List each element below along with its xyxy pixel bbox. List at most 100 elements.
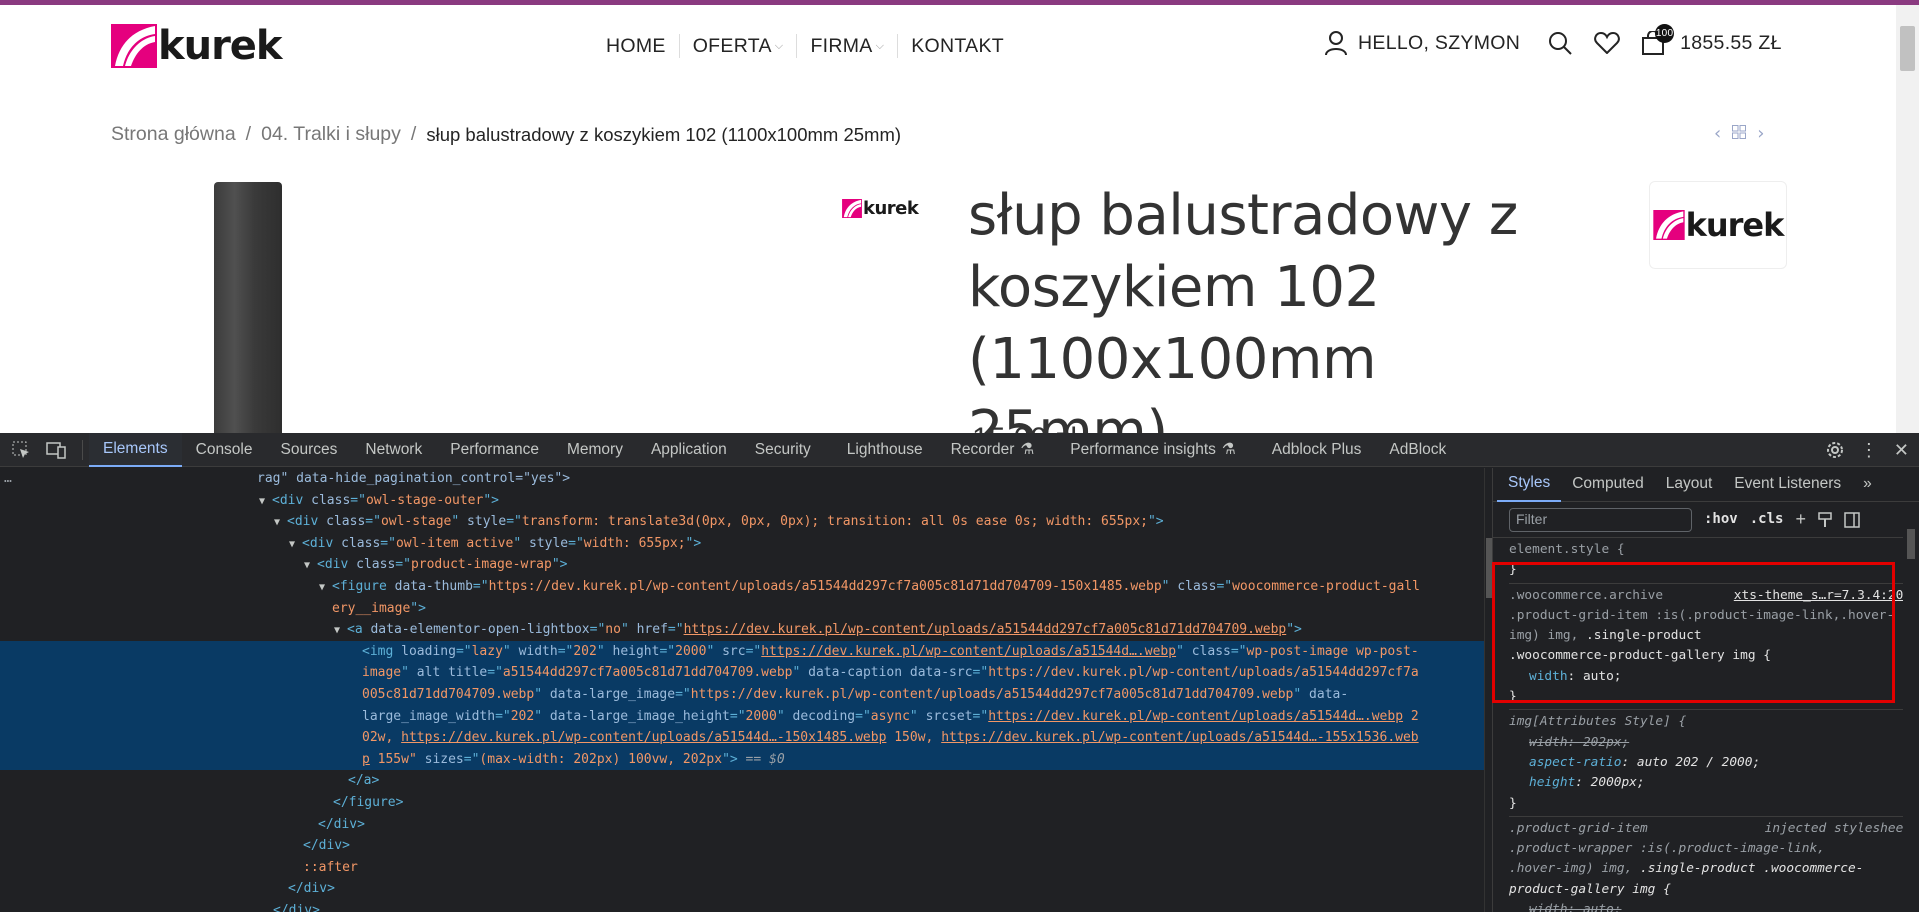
- dom-line[interactable]: 005c81d71dd704709.webp" data-large_image…: [0, 684, 1484, 706]
- product-image[interactable]: [214, 182, 282, 433]
- expand-triangle-icon[interactable]: ▼: [304, 555, 317, 577]
- account-link[interactable]: HELLO, SZYMON: [1324, 30, 1520, 56]
- dom-line[interactable]: ▼ <div class="product-image-wrap">: [0, 554, 1484, 576]
- dom-line[interactable]: image" alt title="a51544dd297cf7a005c81d…: [0, 662, 1484, 684]
- css-property[interactable]: width: [1529, 669, 1568, 684]
- dom-line[interactable]: rag" data-hide_pagination_control="yes">: [0, 468, 1484, 490]
- tab-performance[interactable]: Performance: [436, 433, 553, 467]
- rule-woocommerce-gallery[interactable]: xts-theme_s…r=7.3.4:205 .woocommerce.arc…: [1509, 584, 1911, 711]
- attr-value: lazy: [471, 643, 503, 659]
- elements-tree[interactable]: rag" data-hide_pagination_control="yes">…: [0, 468, 1484, 912]
- rule-attributes-style[interactable]: img[Attributes Style] { width: 202px; as…: [1509, 710, 1911, 817]
- sidebar-toggle-icon[interactable]: [1844, 511, 1860, 528]
- dom-line[interactable]: ▼ <a data-elementor-open-lightbox="no" hr…: [0, 619, 1484, 641]
- expand-triangle-icon[interactable]: ▼: [259, 491, 272, 513]
- tab-computed[interactable]: Computed: [1561, 468, 1655, 502]
- expand-triangle-icon[interactable]: ▼: [274, 512, 287, 534]
- next-product-icon[interactable]: ›: [1757, 123, 1764, 144]
- more-dots-icon[interactable]: …: [4, 468, 12, 490]
- dom-line[interactable]: </figure>: [0, 792, 1484, 814]
- page-scrollbar-thumb[interactable]: [1900, 26, 1915, 71]
- styles-filter-input[interactable]: Filter: [1509, 507, 1692, 532]
- tab-memory[interactable]: Memory: [553, 433, 637, 467]
- brand-logo-box[interactable]: kurek: [1649, 181, 1787, 269]
- hov-toggle[interactable]: :hov: [1704, 509, 1738, 529]
- selected-dom-node[interactable]: … <img loading="lazy" width="202" height…: [0, 471, 1484, 771]
- attr-value: image: [362, 665, 402, 681]
- css-value[interactable]: auto;: [1583, 669, 1622, 684]
- dom-line[interactable]: ▼ <div class="owl-stage-outer">: [0, 490, 1484, 512]
- breadcrumb-category[interactable]: 04. Tralki i słupy: [261, 123, 401, 146]
- dom-line[interactable]: ▼ <div class="owl-stage" style="transform…: [0, 511, 1484, 533]
- nav-firma[interactable]: FIRMA ⌵: [796, 34, 897, 58]
- attr-link[interactable]: https://dev.kurek.pl/wp-content/uploads/…: [761, 644, 1176, 659]
- cart-button[interactable]: 100 1855.55 ZŁ: [1642, 24, 1782, 55]
- closing-tag: </a>: [348, 773, 380, 789]
- wishlist-button[interactable]: [1594, 32, 1620, 54]
- gear-icon[interactable]: [1826, 441, 1844, 459]
- tab-sources[interactable]: Sources: [267, 433, 352, 467]
- product-brand-logo-small: kurek: [842, 198, 919, 219]
- dom-line[interactable]: ▼ <div class="owl-item active" style="wid…: [0, 533, 1484, 555]
- css-rules: element.style { } xts-theme_s…r=7.3.4:20…: [1493, 538, 1919, 912]
- tab-elements[interactable]: Elements: [89, 432, 182, 467]
- tab-security[interactable]: Security: [741, 433, 825, 467]
- more-tabs-icon[interactable]: »: [1852, 468, 1883, 502]
- expand-triangle-icon[interactable]: ▼: [319, 577, 332, 599]
- tab-application[interactable]: Application: [637, 433, 741, 467]
- dom-line[interactable]: </a>: [0, 770, 1484, 792]
- dom-line[interactable]: </div>: [0, 900, 1484, 912]
- search-button[interactable]: [1548, 31, 1572, 55]
- tab-recorder[interactable]: Recorder ⚗: [937, 433, 1049, 467]
- dom-line[interactable]: 02w, https://dev.kurek.pl/wp-content/upl…: [0, 727, 1484, 749]
- tab-styles[interactable]: Styles: [1497, 468, 1562, 502]
- dom-line[interactable]: ery__image">: [0, 598, 1484, 620]
- elements-scrollbar[interactable]: [1484, 468, 1492, 912]
- rule-product-grid-item[interactable]: injected stylesheet .product-grid-item .…: [1509, 817, 1911, 912]
- closing-tag: </div>: [288, 881, 335, 897]
- dom-line[interactable]: </div>: [0, 835, 1484, 857]
- tab-network[interactable]: Network: [351, 433, 436, 467]
- stylesheet-source-link[interactable]: xts-theme_s…r=7.3.4:205: [1727, 585, 1911, 606]
- tab-lighthouse[interactable]: Lighthouse: [833, 433, 937, 467]
- tab-performance-insights[interactable]: Performance insights ⚗: [1056, 433, 1250, 467]
- attr-link[interactable]: https://dev.kurek.pl/wp-content/uploads/…: [941, 730, 1418, 745]
- dom-line[interactable]: p 155w" sizes="(max-width: 202px) 100vw,…: [0, 749, 1484, 771]
- close-icon[interactable]: ✕: [1894, 440, 1909, 461]
- device-toolbar-icon[interactable]: [46, 441, 66, 459]
- expand-triangle-icon[interactable]: ▼: [289, 534, 302, 556]
- dom-line[interactable]: </div>: [0, 814, 1484, 836]
- tab-console[interactable]: Console: [182, 433, 267, 467]
- tab-event-listeners[interactable]: Event Listeners: [1723, 468, 1852, 502]
- site-logo[interactable]: kurek: [111, 24, 283, 68]
- attr-link[interactable]: https://dev.kurek.pl/wp-content/uploads/…: [401, 730, 886, 745]
- grid-icon[interactable]: [1732, 123, 1747, 144]
- attr-link[interactable]: p: [362, 752, 370, 767]
- nav-home[interactable]: HOME: [593, 34, 679, 58]
- plus-icon[interactable]: +: [1795, 509, 1806, 529]
- styles-scrollbar[interactable]: [1903, 503, 1919, 877]
- dom-line[interactable]: ▼ <figure data-thumb="https://dev.kurek.p…: [0, 576, 1484, 598]
- dom-line[interactable]: <img loading="lazy" width="202" height="…: [0, 641, 1484, 663]
- dom-line[interactable]: </div>: [0, 878, 1484, 900]
- breadcrumb-home[interactable]: Strona główna: [111, 123, 236, 146]
- styles-scrollbar-thumb[interactable]: [1907, 529, 1915, 559]
- page-scrollbar[interactable]: [1896, 5, 1919, 433]
- paint-brush-icon[interactable]: [1818, 511, 1832, 528]
- cls-toggle[interactable]: .cls: [1750, 509, 1784, 529]
- attr-link[interactable]: https://dev.kurek.pl/wp-content/uploads/…: [988, 709, 1403, 724]
- attr-value: owl-stage-outer: [365, 492, 484, 508]
- tab-adblock[interactable]: AdBlock: [1375, 433, 1460, 467]
- dom-line[interactable]: large_image_width="202" data-large_image…: [0, 706, 1484, 728]
- nav-oferta[interactable]: OFERTA ⌵: [678, 34, 797, 58]
- tab-adblock-plus[interactable]: Adblock Plus: [1258, 433, 1376, 467]
- expand-triangle-icon[interactable]: ▼: [334, 620, 347, 642]
- attr-link[interactable]: https://dev.kurek.pl/wp-content/uploads/…: [684, 622, 1287, 637]
- dom-line[interactable]: ::after: [0, 857, 1484, 879]
- prev-product-icon[interactable]: ‹: [1714, 123, 1721, 144]
- tab-layout[interactable]: Layout: [1655, 468, 1724, 502]
- inspect-element-icon[interactable]: [12, 441, 30, 459]
- kebab-menu-icon[interactable]: ⋮: [1860, 440, 1878, 461]
- rule-element-style[interactable]: element.style { }: [1509, 538, 1911, 584]
- nav-kontakt[interactable]: KONTAKT: [897, 34, 1017, 58]
